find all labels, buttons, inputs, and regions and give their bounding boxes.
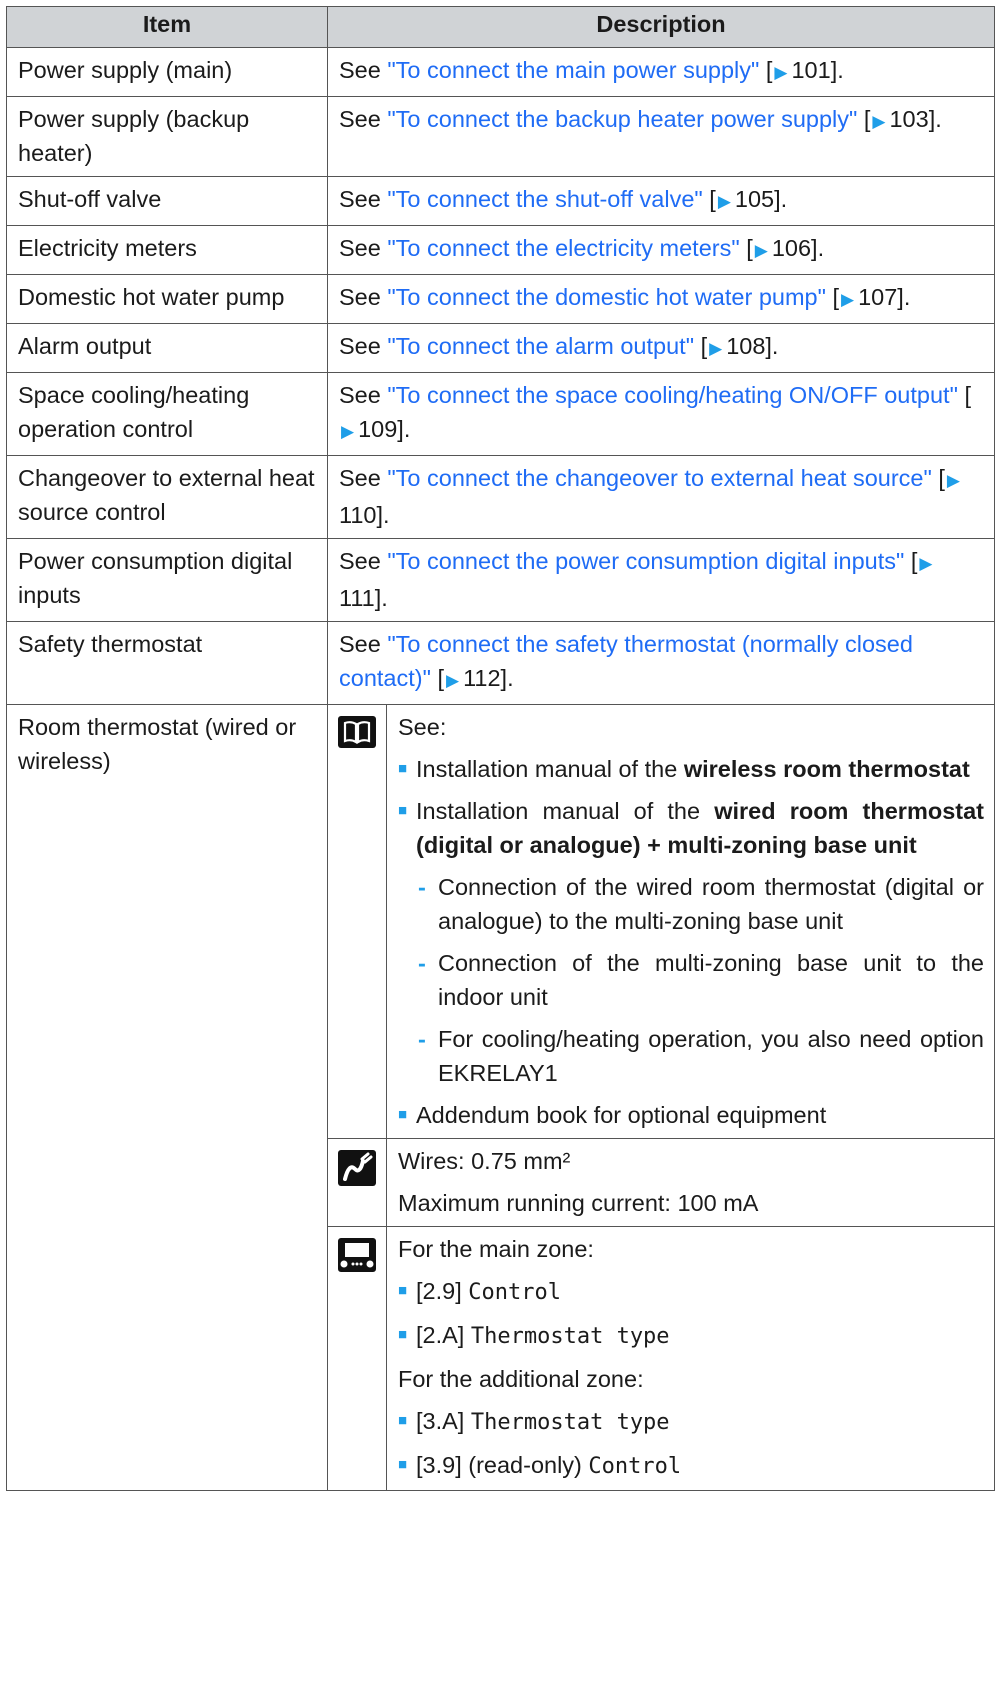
table-row: Domestic hot water pump See "To connect … xyxy=(6,274,995,324)
table-header: Item Description xyxy=(6,6,995,48)
row-item: Electricity meters xyxy=(6,225,328,275)
sub-list-item: - Connection of the wired room thermosta… xyxy=(418,870,984,938)
row-item: Power supply (backup heater) xyxy=(6,96,328,177)
row-item: Shut-off valve xyxy=(6,176,328,226)
reference-link[interactable]: "To connect the domestic hot water pump" xyxy=(387,284,826,310)
row-description: See "To connect the domestic hot water p… xyxy=(327,274,995,324)
row-item: Space cooling/heating operation control xyxy=(6,372,328,456)
table-row: Power supply (main) See "To connect the … xyxy=(6,47,995,97)
user-interface-icon xyxy=(338,1238,376,1272)
header-description: Description xyxy=(327,6,995,48)
list-item: ■ [3.A] Thermostat type xyxy=(398,1404,984,1440)
row-item: Alarm output xyxy=(6,323,328,373)
dash-bullet: - xyxy=(418,950,426,976)
list-item: ■ Addendum book for optional equipment xyxy=(398,1098,984,1132)
arrow-right-icon: ▶ xyxy=(341,422,355,441)
see-label: See: xyxy=(398,714,447,740)
reference-link[interactable]: "To connect the electricity meters" xyxy=(387,235,739,261)
arrow-right-icon: ▶ xyxy=(754,241,768,260)
arrow-right-icon: ▶ xyxy=(946,471,960,490)
row-description: See "To connect the shut-off valve" [▶ 10… xyxy=(327,176,995,226)
wiring-table: Item Description Power supply (main) See… xyxy=(6,6,995,1491)
manual-section: See: ■ Installation manual of the wirele… xyxy=(328,705,994,1139)
main-zone-label: For the main zone: xyxy=(398,1236,594,1262)
row-description: See "To connect the main power supply" [… xyxy=(327,47,995,97)
arrow-right-icon: ▶ xyxy=(717,192,731,211)
row-item: Power consumption digital inputs xyxy=(6,538,328,622)
table-row: Power consumption digital inputs See "To… xyxy=(6,538,995,622)
sub-list-item: - For cooling/heating operation, you als… xyxy=(418,1022,984,1090)
row-description: See "To connect the power consumption di… xyxy=(327,538,995,622)
row-description: See "To connect the space cooling/heatin… xyxy=(327,372,995,456)
row-description-composite: See: ■ Installation manual of the wirele… xyxy=(327,704,995,1491)
arrow-right-icon: ▶ xyxy=(919,554,933,573)
row-description: See "To connect the safety thermostat (n… xyxy=(327,621,995,705)
table-row: Shut-off valve See "To connect the shut-… xyxy=(6,176,995,226)
square-bullet-icon: ■ xyxy=(398,1456,408,1473)
additional-zone-label: For the additional zone: xyxy=(398,1366,644,1392)
table-row: Electricity meters See "To connect the e… xyxy=(6,225,995,275)
arrow-right-icon: ▶ xyxy=(872,112,886,131)
reference-link[interactable]: "To connect the space cooling/heating ON… xyxy=(387,382,958,408)
square-bullet-icon: ■ xyxy=(398,1282,408,1299)
dash-bullet: - xyxy=(418,874,426,900)
table-row: Power supply (backup heater) See "To con… xyxy=(6,96,995,177)
arrow-right-icon: ▶ xyxy=(774,63,788,82)
wire-icon xyxy=(338,1150,376,1186)
table-row: Changeover to external heat source contr… xyxy=(6,455,995,539)
square-bullet-icon: ■ xyxy=(398,1412,408,1429)
reference-link[interactable]: "To connect the alarm output" xyxy=(387,333,694,359)
arrow-right-icon: ▶ xyxy=(841,290,855,309)
header-item: Item xyxy=(6,6,328,48)
reference-link[interactable]: "To connect the power consumption digita… xyxy=(387,548,904,574)
square-bullet-icon: ■ xyxy=(398,1326,408,1343)
manual-text: See: ■ Installation manual of the wirele… xyxy=(386,705,994,1139)
row-description: See "To connect the electricity meters" … xyxy=(327,225,995,275)
sub-list-item: - Connection of the multi-zoning base un… xyxy=(418,946,984,1014)
row-item: Changeover to external heat source contr… xyxy=(6,455,328,539)
room-thermostat-details: See: ■ Installation manual of the wirele… xyxy=(328,705,994,1490)
reference-link[interactable]: "To connect the backup heater power supp… xyxy=(387,106,857,132)
book-icon xyxy=(338,716,376,748)
max-current: Maximum running current: 100 mA xyxy=(398,1190,759,1216)
reference-link[interactable]: "To connect the safety thermostat (norma… xyxy=(339,631,913,691)
dash-bullet: - xyxy=(418,1026,426,1052)
table-row: Safety thermostat See "To connect the sa… xyxy=(6,621,995,705)
row-item: Safety thermostat xyxy=(6,621,328,705)
table-row-room-thermostat: Room thermostat (wired or wireless) See: xyxy=(6,704,995,1491)
row-item: Domestic hot water pump xyxy=(6,274,328,324)
list-item: ■ Installation manual of the wired room … xyxy=(398,794,984,862)
wires-text: Wires: 0.75 mm² Maximum running current:… xyxy=(386,1138,994,1227)
row-description: See "To connect the backup heater power … xyxy=(327,96,995,177)
list-item: ■ [3.9] (read-only) Control xyxy=(398,1448,984,1484)
table-row: Alarm output See "To connect the alarm o… xyxy=(6,323,995,373)
row-item: Power supply (main) xyxy=(6,47,328,97)
row-description: See "To connect the alarm output" [▶ 108]… xyxy=(327,323,995,373)
arrow-right-icon: ▶ xyxy=(446,671,460,690)
settings-text: For the main zone: ■ [2.9] Control ■ [2.… xyxy=(387,1227,995,1491)
manual-icon-cell xyxy=(328,705,387,1139)
wire-icon-cell xyxy=(328,1138,387,1227)
square-bullet-icon: ■ xyxy=(398,760,408,777)
arrow-right-icon: ▶ xyxy=(709,339,723,358)
list-item: ■ [2.9] Control xyxy=(398,1274,984,1310)
settings-section: For the main zone: ■ [2.9] Control ■ [2.… xyxy=(328,1226,995,1491)
reference-link[interactable]: "To connect the shut-off valve" xyxy=(387,186,702,212)
square-bullet-icon: ■ xyxy=(398,802,408,819)
square-bullet-icon: ■ xyxy=(398,1106,408,1123)
list-item: ■ Installation manual of the wireless ro… xyxy=(398,752,984,786)
reference-link[interactable]: "To connect the main power supply" xyxy=(387,57,759,83)
list-item: ■ [2.A] Thermostat type xyxy=(398,1318,984,1354)
ui-icon-cell xyxy=(328,1226,387,1490)
wire-size: Wires: 0.75 mm² xyxy=(398,1148,571,1174)
wires-section: Wires: 0.75 mm² Maximum running current:… xyxy=(328,1138,994,1227)
row-description: See "To connect the changeover to extern… xyxy=(327,455,995,539)
row-item: Room thermostat (wired or wireless) xyxy=(6,704,328,1491)
table-row: Space cooling/heating operation control … xyxy=(6,372,995,456)
reference-link[interactable]: "To connect the changeover to external h… xyxy=(387,465,931,491)
